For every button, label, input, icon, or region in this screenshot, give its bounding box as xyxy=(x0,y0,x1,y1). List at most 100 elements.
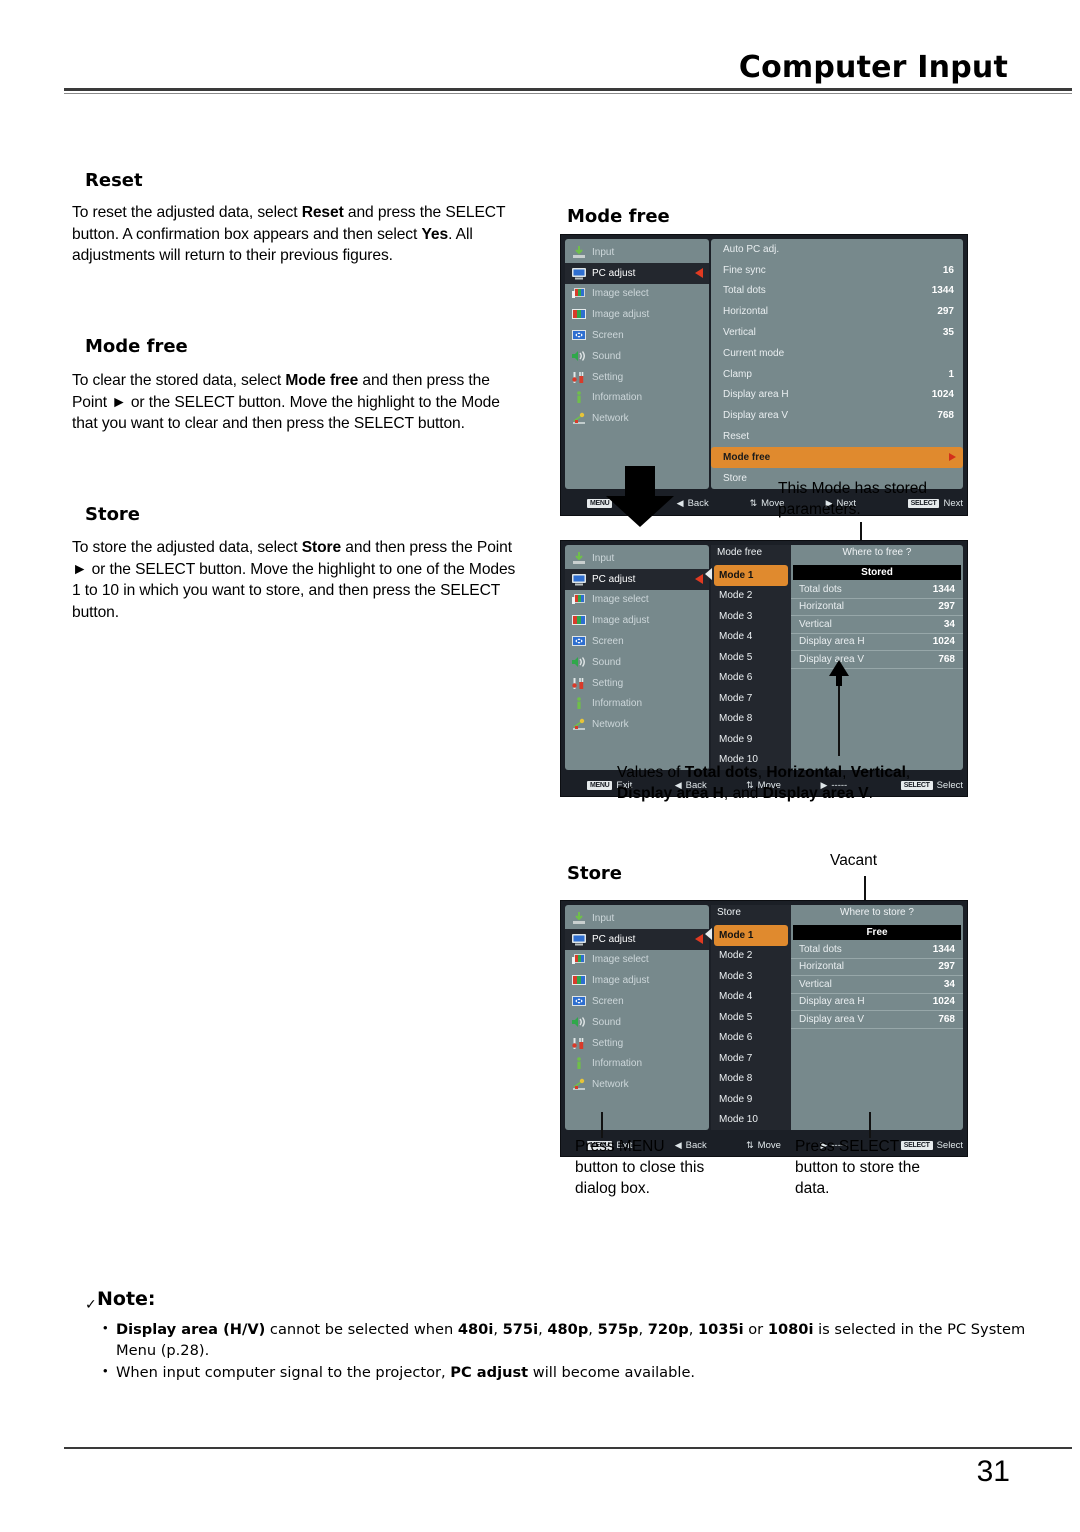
mode-list-item[interactable]: Mode 4 xyxy=(711,987,791,1008)
sidebar-item-label: Information xyxy=(592,392,643,404)
section-heading-store: Store xyxy=(85,504,141,525)
sidebar-item-label: Input xyxy=(592,912,615,924)
osd3-status-badge: Free xyxy=(793,925,961,940)
osd1-param-row[interactable]: Fine sync 16 xyxy=(711,260,963,281)
param-value: 16 xyxy=(942,264,954,276)
hint-label: Move xyxy=(757,1139,781,1151)
sidebar-item-screen[interactable]: Screen xyxy=(565,631,709,652)
sidebar-item-label: Setting xyxy=(592,371,624,383)
osd1-param-row[interactable]: Auto PC adj. xyxy=(711,239,963,260)
note-item-1: Display area (H/V) cannot be selected wh… xyxy=(116,1321,1026,1359)
page-header-title: Computer Input xyxy=(738,50,1008,85)
submenu-arrow-icon xyxy=(949,453,956,462)
osd1-param-row[interactable]: Total dots 1344 xyxy=(711,281,963,302)
mode-list-item[interactable]: Mode 9 xyxy=(711,729,791,750)
sidebar-item-input[interactable]: Input xyxy=(565,242,709,263)
mode-list-item[interactable]: Mode 8 xyxy=(711,709,791,730)
mode-list-item[interactable]: Mode 8 xyxy=(711,1069,791,1090)
sidebar-item-image-adjust[interactable]: Image adjust xyxy=(565,970,709,991)
sidebar-item-network[interactable]: Network xyxy=(565,1074,709,1095)
mode-list-item[interactable]: Mode 3 xyxy=(711,606,791,627)
mode-list-item[interactable]: Mode 7 xyxy=(711,688,791,709)
sidebar-item-label: PC adjust xyxy=(592,573,636,585)
param-value: 35 xyxy=(942,327,954,339)
sidebar-item-sound[interactable]: Sound xyxy=(565,346,709,367)
sidebar-item-pc-adjust[interactable]: PC adjust xyxy=(565,262,709,284)
osd2-list-header: Mode free xyxy=(717,547,763,558)
osd1-param-row[interactable]: Reset xyxy=(711,426,963,447)
osd2-mode-list[interactable]: Mode free Mode 1 Mode 2 Mode 3 Mode 4 Mode 5… xyxy=(705,545,791,770)
osd1-param-row[interactable]: Clamp 1 xyxy=(711,364,963,385)
sidebar-item-sound[interactable]: Sound xyxy=(565,652,709,673)
sidebar-item-information[interactable]: Information xyxy=(565,388,709,409)
value-number: 297 xyxy=(938,601,955,613)
sidebar-item-image-select[interactable]: Image select xyxy=(565,590,709,611)
param-name: Vertical xyxy=(723,327,756,339)
mode-list-item[interactable]: Mode 4 xyxy=(711,627,791,648)
sidebar-item-label: Image adjust xyxy=(592,975,650,987)
sidebar-item-setting[interactable]: Setting xyxy=(565,367,709,388)
network-icon xyxy=(572,718,586,731)
mode-list-item[interactable]: Mode 3 xyxy=(711,966,791,987)
mode-list-item[interactable]: Mode 6 xyxy=(711,668,791,689)
sidebar-item-setting[interactable]: Setting xyxy=(565,1033,709,1054)
selection-caret-icon xyxy=(695,268,703,279)
mode-list-item[interactable]: Mode 10 xyxy=(711,1110,791,1131)
mode-list-item[interactable]: Mode 1 xyxy=(705,565,788,586)
osd3-values-panel: Where to store ? Free Total dots 1344 Hori… xyxy=(791,905,963,1130)
annotation-press-select: Press SELECT button to store the data. xyxy=(795,1138,920,1197)
mode-list-item[interactable]: Mode 9 xyxy=(711,1089,791,1110)
param-name: Reset xyxy=(723,431,750,443)
osd1-param-row[interactable]: Display area V 768 xyxy=(711,405,963,426)
osd1-param-row[interactable]: Display area H 1024 xyxy=(711,385,963,406)
sidebar-item-input[interactable]: Input xyxy=(565,908,709,929)
section-body-reset: To reset the adjusted data, select Reset… xyxy=(72,204,506,265)
sidebar-item-screen[interactable]: Screen xyxy=(565,325,709,346)
sidebar-item-input[interactable]: Input xyxy=(565,548,709,569)
sidebar-item-screen[interactable]: Screen xyxy=(565,991,709,1012)
selection-caret-icon xyxy=(695,574,703,585)
sidebar-item-label: Image adjust xyxy=(592,615,650,627)
osd-screenshot-mode-free-dialog: Input PC adjust Image select Image adjust Sc… xyxy=(560,540,968,797)
osd1-param-row[interactable]: Current mode xyxy=(711,343,963,364)
osd3-mode-list[interactable]: Store Mode 1 Mode 2 Mode 3 Mode 4 Mode 5 Mode… xyxy=(705,905,791,1131)
mode-list-item[interactable]: Mode 2 xyxy=(711,946,791,967)
sidebar-item-image-select[interactable]: Image select xyxy=(565,284,709,305)
selection-caret-icon xyxy=(705,568,712,580)
section-heading-reset: Reset xyxy=(85,170,143,191)
note-bullet-icon-1: • xyxy=(103,1320,108,1335)
sidebar-item-pc-adjust[interactable]: PC adjust xyxy=(565,568,709,590)
sidebar-item-network[interactable]: Network xyxy=(565,408,709,429)
mode-list-item[interactable]: Mode 6 xyxy=(711,1028,791,1049)
osd1-param-row[interactable]: Vertical 35 xyxy=(711,322,963,343)
mode-list-item[interactable]: Mode 7 xyxy=(711,1048,791,1069)
mode-list-item[interactable]: Mode 1 xyxy=(705,925,788,946)
mode-list-item[interactable]: Mode 5 xyxy=(711,647,791,668)
sidebar-item-image-adjust[interactable]: Image adjust xyxy=(565,610,709,631)
mode-list-item[interactable]: Mode 5 xyxy=(711,1007,791,1028)
param-name: Mode free xyxy=(723,451,771,463)
sidebar-item-setting[interactable]: Setting xyxy=(565,673,709,694)
header-rule xyxy=(64,88,1072,91)
osd1-param-row[interactable]: Mode free xyxy=(711,446,963,468)
annotation-press-menu: Press MENU button to close this dialog b… xyxy=(575,1138,705,1197)
sidebar-item-information[interactable]: Information xyxy=(565,694,709,715)
param-name: Display area V xyxy=(723,410,789,422)
sidebar-item-label: Screen xyxy=(592,636,624,648)
value-name: Display area H xyxy=(799,996,865,1008)
sidebar-item-pc-adjust[interactable]: PC adjust xyxy=(565,928,709,950)
osd1-sidebar: Input PC adjust Image select Image adjust Sc… xyxy=(565,239,709,489)
sidebar-item-image-adjust[interactable]: Image adjust xyxy=(565,304,709,325)
note-bullet-icon-2: • xyxy=(103,1363,108,1378)
stored-value-row: Horizontal 297 xyxy=(791,599,963,616)
sidebar-item-image-select[interactable]: Image select xyxy=(565,950,709,971)
sidebar-item-information[interactable]: Information xyxy=(565,1054,709,1075)
sidebar-item-sound[interactable]: Sound xyxy=(565,1012,709,1033)
osd1-param-row[interactable]: Horizontal 297 xyxy=(711,301,963,322)
value-name: Horizontal xyxy=(799,961,845,973)
sidebar-item-network[interactable]: Network xyxy=(565,714,709,735)
mode-list-item[interactable]: Mode 2 xyxy=(711,586,791,607)
osd2-sidebar: Input PC adjust Image select Image adjust Sc… xyxy=(565,545,709,770)
image-adjust-icon xyxy=(572,974,586,987)
sidebar-item-label: PC adjust xyxy=(592,933,636,945)
